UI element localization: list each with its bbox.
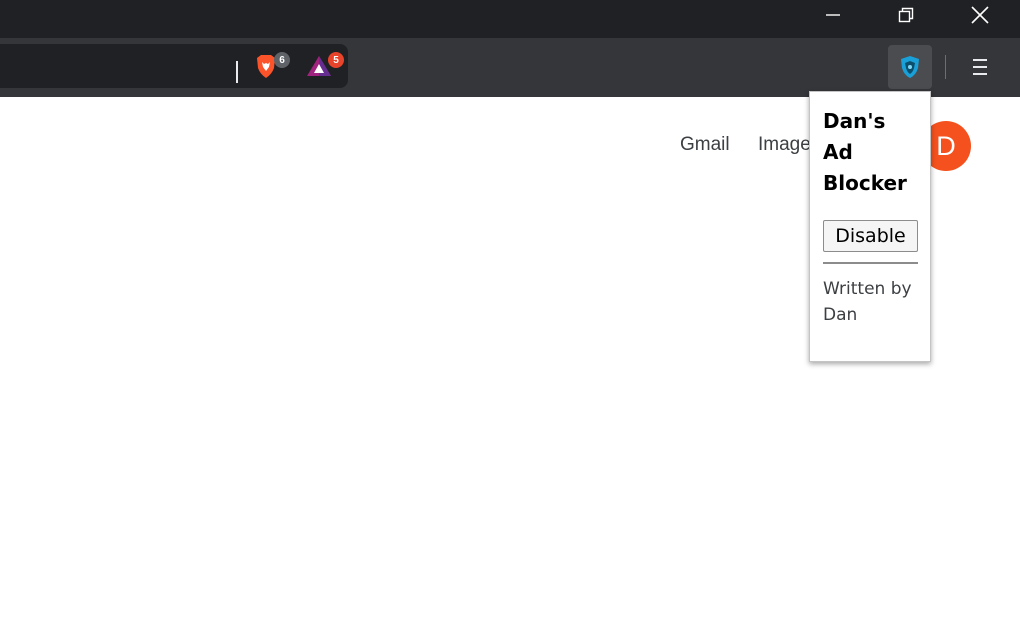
popup-footer-text: Written by Dan (823, 279, 912, 325)
address-bar-divider (236, 61, 238, 83)
shields-count-badge: 6 (274, 52, 290, 68)
ad-blocker-extension-button[interactable] (888, 45, 932, 89)
address-bar[interactable] (0, 44, 348, 88)
popup-title: Dan's Ad Blocker (823, 109, 907, 195)
minimize-icon (826, 14, 840, 16)
browser-menu-button[interactable] (962, 50, 998, 84)
restore-icon (898, 7, 914, 23)
disable-button[interactable]: Disable (823, 220, 918, 252)
images-link[interactable]: Images (758, 134, 813, 156)
popup-divider (823, 262, 918, 264)
browser-toolbar (0, 38, 1020, 97)
minimize-button[interactable] (797, 0, 869, 30)
toolbar-divider (945, 55, 946, 79)
gmail-link[interactable]: Gmail (680, 134, 730, 156)
close-icon (971, 6, 989, 24)
close-button[interactable] (944, 0, 1016, 30)
shield-icon (901, 56, 919, 78)
hamburger-menu-icon (973, 59, 987, 75)
restore-button[interactable] (870, 0, 942, 30)
rewards-count-badge: 5 (328, 52, 344, 68)
ad-blocker-popup: Dan's Ad Blocker Disable Written by Dan (809, 91, 931, 362)
window-titlebar (0, 0, 1020, 38)
